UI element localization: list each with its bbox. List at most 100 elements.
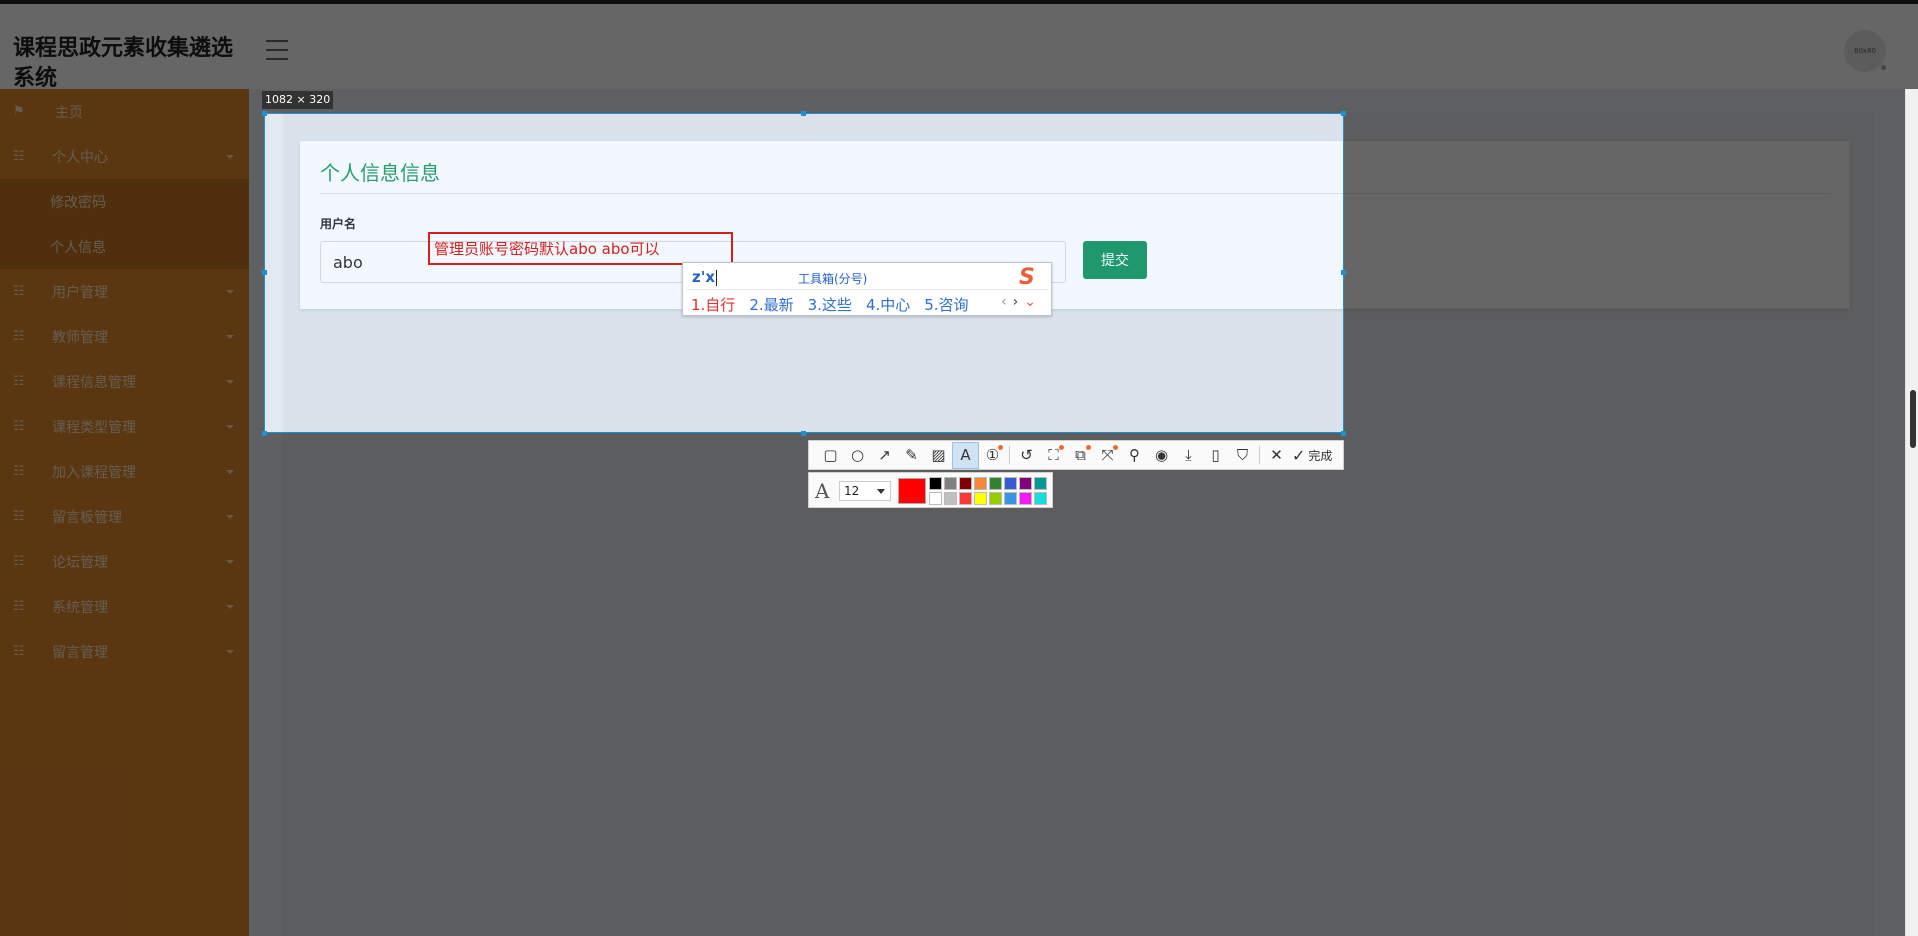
sidebar-item-teacher-management[interactable]: ☷ 教师管理 [0, 314, 249, 359]
sidebar-item-message-board-management[interactable]: ☷ 留言板管理 [0, 494, 249, 539]
color-swatch[interactable] [989, 477, 1002, 490]
prev-page-icon[interactable]: ‹ [1001, 294, 1007, 310]
selection-handle[interactable] [262, 431, 267, 436]
grid-icon: ☷ [13, 419, 25, 434]
arrow-tool-icon[interactable]: ↗ [871, 442, 898, 469]
sogou-logo-icon: S [1019, 265, 1035, 290]
pin-icon[interactable]: ⚲ [1121, 442, 1148, 469]
grid-icon: ☷ [13, 509, 25, 524]
color-swatch[interactable] [1034, 477, 1047, 490]
color-swatch[interactable] [959, 477, 972, 490]
selection-size-label: 1082 × 320 [262, 91, 334, 109]
color-swatch[interactable] [929, 477, 942, 490]
ocr-icon[interactable]: ⛶ [1040, 442, 1067, 469]
text-tool-icon[interactable]: A [952, 441, 979, 469]
sidebar-item-label: 论坛管理 [52, 554, 108, 571]
chevron-down-icon [877, 489, 885, 494]
avatar-status-dot [1880, 64, 1887, 71]
grid-icon: ☷ [13, 284, 25, 299]
ime-candidate[interactable]: 4.中心 [866, 294, 910, 315]
sidebar-item-course-info-management[interactable]: ☷ 课程信息管理 [0, 359, 249, 404]
selection-handle[interactable] [801, 431, 806, 436]
color-swatch[interactable] [974, 477, 987, 490]
color-swatch[interactable] [929, 492, 942, 505]
top-bar: 课程思政元素收集遴选系统 80x80 [0, 0, 1918, 91]
capture-toolbar: ▢ ○ ↗ ✎ ▨ A ① ↺ ⛶ ⧉ ⤧ ⚲ ◉ ⤓ ▯ ⛉ ✕ ✓ 完成 [808, 440, 1344, 470]
check-icon: ✓ [1292, 445, 1306, 465]
sidebar-item-label: 课程类型管理 [52, 419, 136, 436]
color-swatch[interactable] [959, 492, 972, 505]
scrollbar-thumb[interactable] [1910, 390, 1916, 448]
close-icon[interactable]: ✕ [1263, 442, 1290, 469]
sidebar-item-join-course-management[interactable]: ☷ 加入课程管理 [0, 449, 249, 494]
color-swatch[interactable] [1034, 492, 1047, 505]
selection-handle[interactable] [262, 270, 267, 275]
font-size-select[interactable]: 12 [839, 481, 891, 501]
current-color-swatch[interactable] [898, 478, 926, 504]
ime-candidate[interactable]: 1.自行 [691, 294, 735, 315]
sidebar-item-label: 课程信息管理 [52, 374, 136, 391]
ime-candidate[interactable]: 3.这些 [808, 294, 852, 315]
sidebar-item-message-management[interactable]: ☷ 留言管理 [0, 629, 249, 674]
sidebar-item-label: 系统管理 [52, 599, 108, 616]
color-swatch[interactable] [1019, 492, 1032, 505]
sidebar-item-label: 加入课程管理 [52, 464, 136, 481]
bookmark-icon[interactable]: ⛉ [1229, 442, 1256, 469]
menu-toggle-icon[interactable] [266, 40, 288, 60]
color-swatch[interactable] [1004, 492, 1017, 505]
sidebar-item-label: 用户管理 [52, 284, 108, 301]
caret-down-icon [226, 424, 234, 429]
app-title: 课程思政元素收集遴选系统 [13, 36, 234, 91]
sidebar-item-label: 个人信息 [50, 239, 106, 256]
flag-icon: ⚑ [13, 104, 25, 119]
download-icon[interactable]: ⤓ [1175, 442, 1202, 469]
sidebar-item-personal-info[interactable]: 个人信息 [0, 224, 249, 269]
translate-icon[interactable]: ⧉ [1067, 442, 1094, 469]
color-swatch[interactable] [944, 492, 957, 505]
annotation-text-box[interactable]: 管理员账号密码默认abo abo可以 [428, 232, 733, 265]
sidebar-item-label: 留言板管理 [52, 509, 122, 526]
undo-icon[interactable]: ↺ [1013, 442, 1040, 469]
sidebar-item-course-type-management[interactable]: ☷ 课程类型管理 [0, 404, 249, 449]
ime-candidate[interactable]: 2.最新 [749, 294, 793, 315]
mosaic-tool-icon[interactable]: ▨ [925, 442, 952, 469]
rectangle-tool-icon[interactable]: ▢ [817, 442, 844, 469]
grid-icon: ☷ [13, 599, 25, 614]
phone-icon[interactable]: ▯ [1202, 442, 1229, 469]
color-swatch[interactable] [989, 492, 1002, 505]
color-swatch[interactable] [1019, 477, 1032, 490]
page-scrollbar[interactable] [1905, 89, 1918, 936]
sidebar-item-personal-center[interactable]: ☷ 个人中心 [0, 134, 249, 179]
selection-handle[interactable] [1341, 111, 1346, 116]
sidebar-item-change-password[interactable]: 修改密码 [0, 179, 249, 224]
done-button[interactable]: ✓ 完成 [1292, 446, 1332, 465]
color-swatch[interactable] [974, 492, 987, 505]
grid-icon: ☷ [13, 374, 25, 389]
selection-handle[interactable] [801, 111, 806, 116]
color-palette [929, 477, 1047, 505]
color-swatch[interactable] [944, 477, 957, 490]
number-tool-icon[interactable]: ① [979, 442, 1006, 469]
sidebar-item-system-management[interactable]: ☷ 系统管理 [0, 584, 249, 629]
ellipse-tool-icon[interactable]: ○ [844, 442, 871, 469]
grid-icon: ☷ [13, 329, 25, 344]
pencil-tool-icon[interactable]: ✎ [898, 442, 925, 469]
caret-down-icon [226, 379, 234, 384]
ime-candidate[interactable]: 5.咨询 [924, 294, 968, 315]
record-icon[interactable]: ◉ [1148, 442, 1175, 469]
sidebar-item-user-management[interactable]: ☷ 用户管理 [0, 269, 249, 314]
expand-icon[interactable]: ⌄ [1024, 294, 1036, 310]
caret-down-icon [226, 154, 234, 159]
next-page-icon[interactable]: › [1013, 294, 1019, 310]
long-capture-icon[interactable]: ⤧ [1094, 442, 1121, 469]
ime-composition: z'x [692, 268, 717, 286]
selection-handle[interactable] [262, 111, 267, 116]
ime-toolbox-label[interactable]: 工具箱(分号) [798, 270, 867, 287]
sidebar-item-forum-management[interactable]: ☷ 论坛管理 [0, 539, 249, 584]
color-swatch[interactable] [1004, 477, 1017, 490]
sidebar-item-label: 主页 [55, 104, 83, 121]
sidebar-item-home[interactable]: ⚑ 主页 [0, 89, 249, 134]
selection-handle[interactable] [1341, 270, 1346, 275]
caret-down-icon [226, 514, 234, 519]
selection-handle[interactable] [1341, 431, 1346, 436]
